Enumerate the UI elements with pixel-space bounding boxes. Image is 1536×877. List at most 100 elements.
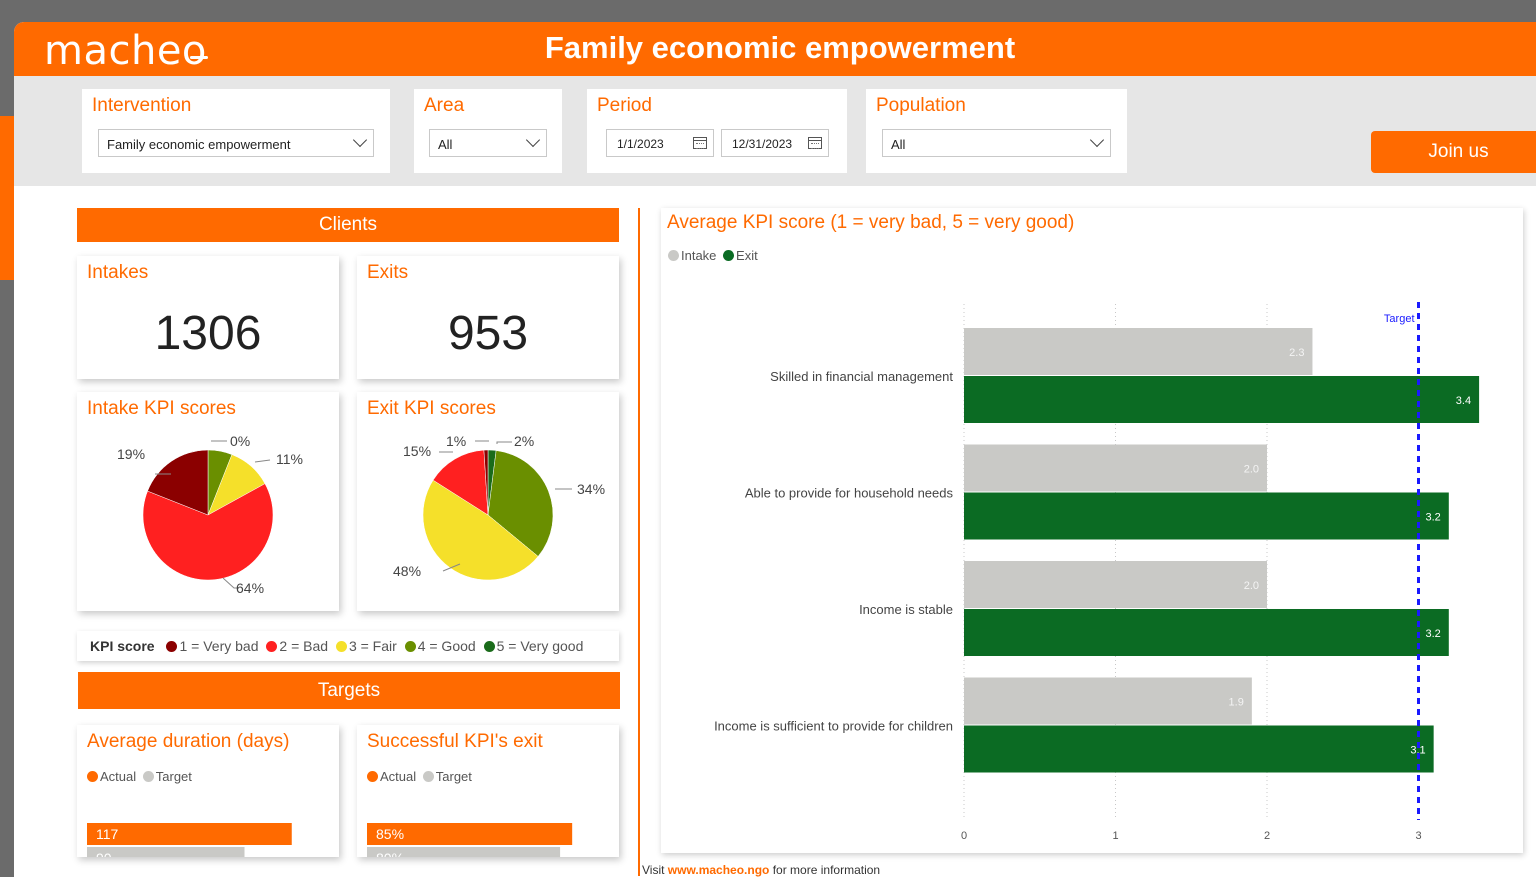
chevron-down-icon (1089, 132, 1105, 148)
kpi-bar-value-label: 2.0 (1244, 464, 1259, 476)
area-filter: Area All (414, 89, 562, 173)
exits-card: Exits 953 (357, 256, 619, 379)
intake-pie-chart: 19% 0% 11% 64% (117, 433, 303, 596)
intakes-value: 1306 (154, 307, 262, 360)
population-label: Population (876, 95, 966, 116)
kpi-bar-value-label: 3.2 (1426, 628, 1441, 640)
area-dropdown[interactable]: All (429, 129, 547, 157)
success-label-actual: 85% (376, 826, 404, 842)
exit-label-good: 34% (577, 481, 605, 497)
legend-item-very-bad[interactable]: 1 = Very bad (166, 638, 259, 654)
kpi-bar-exit[interactable] (964, 492, 1449, 540)
exit-label-very-good: 2% (514, 433, 534, 449)
legend-item-fair[interactable]: 3 = Fair (335, 638, 397, 654)
kpi-legend-row: KPI score 1 = Very bad 2 = Bad 3 = Fair … (90, 638, 583, 654)
category-label: Income is sufficient to provide for chil… (714, 719, 953, 734)
area-value: All (438, 137, 453, 152)
swatch-good (404, 641, 416, 652)
legend-label: 4 = Good (417, 638, 476, 654)
footer-text: Visit www.macheo.ngo for more informatio… (642, 863, 880, 877)
avg-duration-chart: 117 90 (87, 823, 292, 857)
kpi-bar-intake[interactable] (964, 677, 1252, 725)
exit-label-very-bad: 1% (446, 433, 466, 449)
intake-label-very-bad: 19% (117, 446, 145, 462)
legend-item-very-good[interactable]: 5 = Very good (483, 638, 584, 654)
kpi-bar-value-label: 3.2 (1426, 512, 1441, 524)
kpi-bar-intake[interactable] (964, 328, 1313, 375)
start-date-input[interactable]: 1/1/2023 (606, 129, 714, 157)
chevron-down-icon (352, 132, 368, 148)
intervention-dropdown[interactable]: Family economic empowerment (98, 129, 374, 157)
page-title: Family economic empowerment (544, 30, 1016, 65)
intake-pie-slices (142, 449, 274, 581)
kpi-bar-value-label: 2.0 (1244, 580, 1259, 592)
leader-line (254, 459, 271, 463)
chevron-down-icon (525, 132, 541, 148)
exits-label: Exits (367, 262, 409, 283)
x-tick-label: 2 (1264, 830, 1270, 842)
intake-label-very-good: 0% (230, 433, 250, 449)
population-dropdown[interactable]: All (882, 129, 1111, 157)
intake-label-bad: 64% (236, 580, 264, 596)
header-bar: macheo Family economic empowerment (14, 22, 1536, 76)
kpi-bar-exit[interactable] (964, 609, 1449, 656)
swatch-bad (266, 641, 278, 652)
clients-header: Clients (77, 208, 619, 242)
intake-kpi-card: Intake KPI scores 19% 0% 11% 64% (77, 392, 339, 611)
filter-band: Intervention Family economic empowerment… (14, 76, 1536, 186)
leader-line (496, 441, 512, 444)
footer-prefix: Visit (642, 863, 665, 877)
calendar-icon[interactable] (693, 137, 707, 149)
end-date-value: 12/31/2023 (732, 137, 793, 151)
section-divider (638, 208, 640, 876)
kpi-bar-intake[interactable] (964, 444, 1267, 492)
website-link[interactable]: www.macheo.ngo (668, 863, 770, 877)
swatch-very-good (483, 641, 495, 652)
intake-label-fair: 11% (276, 451, 303, 467)
area-label: Area (424, 95, 465, 116)
report-canvas: macheo Family economic empowerment Inter… (14, 22, 1536, 877)
period-label: Period (597, 95, 652, 116)
legend-item-good[interactable]: 4 = Good (404, 638, 476, 654)
kpi-score-legend: KPI score 1 = Very bad 2 = Bad 3 = Fair … (77, 631, 619, 661)
legend-item-bad[interactable]: 2 = Bad (266, 638, 328, 654)
start-date-value: 1/1/2023 (617, 137, 664, 151)
exit-label-bad: 15% (403, 443, 431, 459)
intervention-label: Intervention (92, 95, 192, 116)
avg-duration-card: Average duration (days) Actual Target 11… (77, 725, 339, 857)
calendar-icon[interactable] (808, 137, 822, 149)
join-us-button[interactable]: Join us (1371, 131, 1536, 173)
kpi-bar-exit[interactable] (964, 376, 1480, 423)
intervention-filter: Intervention Family economic empowerment (82, 89, 390, 173)
duration-label-actual: 117 (96, 826, 119, 842)
duration-label-target: 90 (96, 850, 112, 857)
category-label: Income is stable (859, 602, 953, 617)
x-tick-label: 3 (1415, 830, 1421, 842)
exit-pie-slices (422, 449, 554, 581)
category-label: Able to provide for household needs (745, 486, 954, 501)
swatch-fair (335, 641, 347, 652)
kpi-bar-intake[interactable] (964, 561, 1267, 608)
exits-value: 953 (447, 307, 529, 360)
kpi-bar-value-label: 1.9 (1229, 697, 1244, 709)
legend-label: 3 = Fair (348, 638, 397, 654)
intakes-card: Intakes 1306 (77, 256, 339, 379)
intervention-value: Family economic empowerment (107, 137, 291, 152)
legend-label: 5 = Very good (496, 638, 584, 654)
kpi-bar-exit[interactable] (964, 725, 1434, 773)
avg-kpi-bar-chart: 0 1 2 3 2.3 3.4 Skilled in financial managemen… (714, 302, 1480, 842)
legend-label: 1 = Very bad (179, 638, 259, 654)
end-date-input[interactable]: 12/31/2023 (721, 129, 829, 157)
exit-label-fair: 48% (393, 563, 421, 579)
kpi-bar-value-label: 3.4 (1456, 395, 1471, 407)
targets-header: Targets (78, 672, 620, 709)
intakes-label: Intakes (87, 262, 149, 283)
exit-kpi-card: Exit KPI scores 15% 1% 2% 34% 48% (357, 392, 619, 611)
successful-kpi-chart: 85% 80% (367, 823, 573, 857)
target-line-label: Target (1384, 313, 1415, 325)
population-filter: Population All (866, 89, 1127, 173)
avg-kpi-chart-card: Average KPI score (1 = very bad, 5 = ver… (661, 208, 1523, 853)
category-label: Skilled in financial management (770, 369, 953, 384)
period-filter: Period 1/1/2023 12/31/2023 (587, 89, 847, 173)
legend-label: 2 = Bad (279, 638, 329, 654)
